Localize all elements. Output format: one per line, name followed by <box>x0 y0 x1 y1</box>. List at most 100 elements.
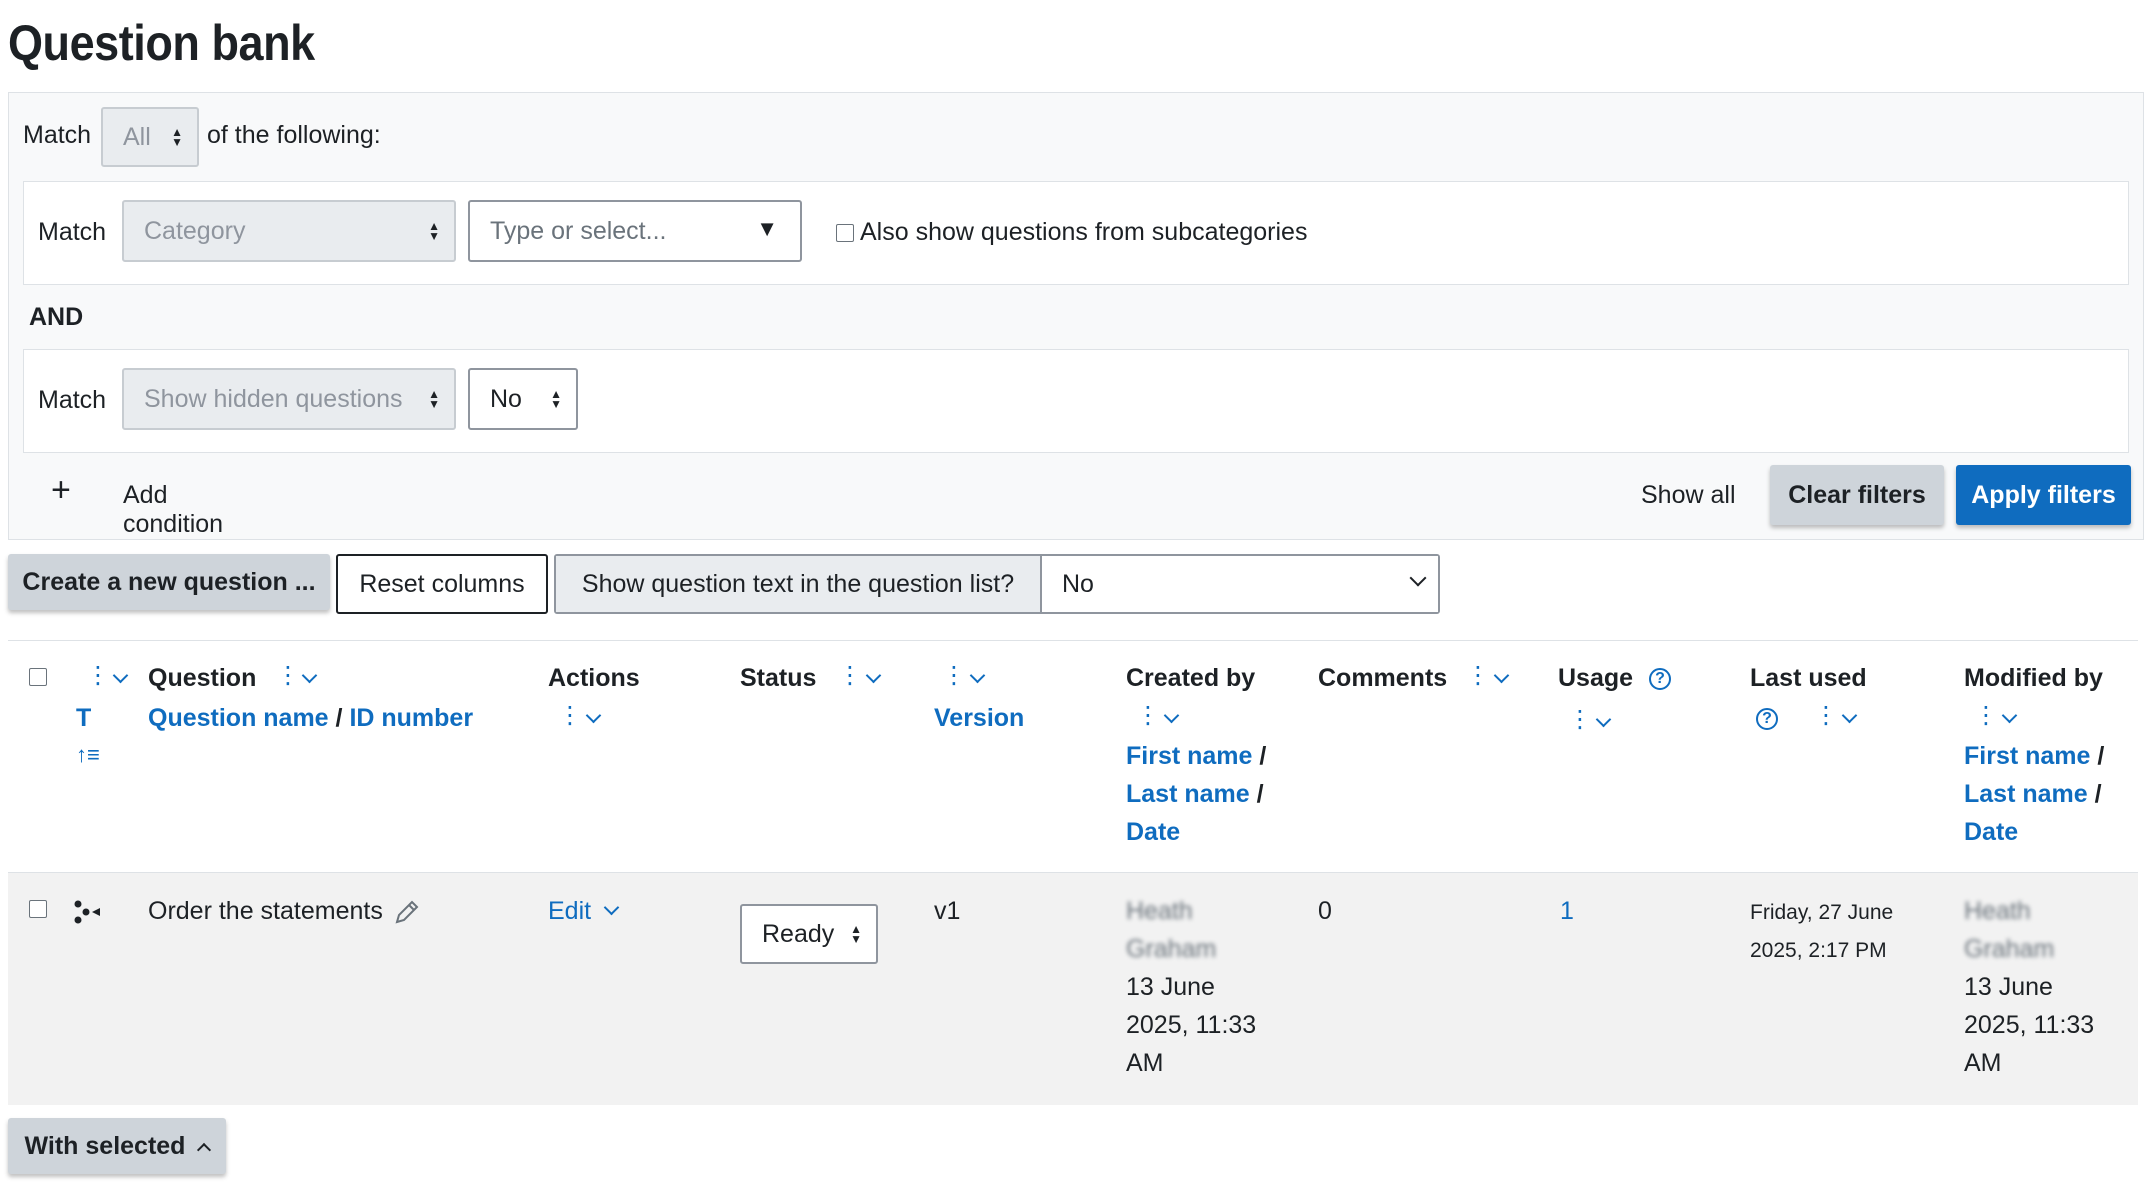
chevron-down-icon[interactable] <box>969 667 986 684</box>
show-question-text-select[interactable]: No <box>1042 556 1438 612</box>
help-icon[interactable]: ? <box>1756 708 1778 730</box>
condition-type-select[interactable]: Category ▲ ▼ <box>122 200 456 262</box>
chevron-up-icon <box>197 1142 212 1158</box>
created-last-name-link[interactable]: Last name <box>1126 780 1250 808</box>
match-all-select[interactable]: All ▲ ▼ <box>101 107 199 167</box>
add-condition-button[interactable]: + Add condition <box>51 471 251 538</box>
hidden-value-select[interactable]: No ▲ ▼ <box>468 368 578 430</box>
modified-date: 13 June 2025, 11:33 AM <box>1964 973 2095 1077</box>
version-value: v1 <box>934 897 961 925</box>
show-question-text-label: Show question text in the question list? <box>556 556 1042 612</box>
select-all-checkbox[interactable] <box>29 668 47 686</box>
chevron-down-icon[interactable] <box>301 667 318 684</box>
usage-count-link[interactable]: 1 <box>1560 892 1574 930</box>
updown-icon: ▲ ▼ <box>428 219 440 243</box>
chevron-down-icon[interactable] <box>112 667 129 684</box>
column-menu-icon[interactable]: ⋮ <box>86 664 110 688</box>
last-used-header: Last used <box>1750 664 1867 692</box>
create-question-button[interactable]: Create a new question ... <box>8 554 330 610</box>
column-menu-icon[interactable]: ⋮ <box>276 664 300 688</box>
id-number-link[interactable]: ID number <box>349 704 473 732</box>
version-header-link[interactable]: Version <box>934 704 1024 733</box>
question-header: Question <box>148 664 257 692</box>
condition-hidden: Match Show hidden questions ▲ ▼ No ▲ ▼ <box>23 349 2129 453</box>
status-header: Status <box>740 664 817 692</box>
sort-by-type-link[interactable]: T <box>76 704 91 733</box>
updown-icon: ▲ ▼ <box>428 387 440 411</box>
plus-icon: + <box>51 471 71 509</box>
column-menu-icon[interactable]: ⋮ <box>1568 708 1592 732</box>
subcategories-label: Also show questions from subcategories <box>860 218 1308 246</box>
modified-by-last-name: Graham <box>1964 935 2055 963</box>
modified-last-name-link[interactable]: Last name <box>1964 780 2088 808</box>
chevron-down-icon[interactable] <box>585 707 602 724</box>
created-by-first-name: Heath <box>1126 897 1193 925</box>
created-last-name-row: Last name / <box>1126 780 1264 808</box>
status-select[interactable]: Ready ▲ ▼ <box>740 904 878 964</box>
subcategories-checkbox[interactable] <box>836 224 854 242</box>
show-all-link[interactable]: Show all <box>1641 481 1736 510</box>
created-by-header: Created by <box>1126 664 1256 692</box>
column-menu-icon[interactable]: ⋮ <box>838 664 862 688</box>
show-question-text-group: Show question text in the question list?… <box>554 554 1440 614</box>
condition-match-label: Match <box>38 386 107 414</box>
match-label: Match <box>23 121 92 149</box>
reset-columns-button[interactable]: Reset columns <box>336 554 548 614</box>
column-menu-icon[interactable]: ⋮ <box>1814 704 1838 728</box>
apply-filters-button[interactable]: Apply filters <box>1956 465 2131 525</box>
created-date-link[interactable]: Date <box>1126 818 1180 847</box>
updown-icon: ▲ ▼ <box>550 387 562 411</box>
condition-type-select[interactable]: Show hidden questions ▲ ▼ <box>122 368 456 430</box>
dropdown-triangle-icon: ▼ <box>756 216 778 241</box>
edit-menu-link[interactable]: Edit <box>548 892 591 930</box>
category-autocomplete[interactable]: Type or select... ▼ <box>468 200 802 262</box>
row-select-checkbox[interactable] <box>29 900 47 918</box>
column-menu-icon[interactable]: ⋮ <box>1466 664 1490 688</box>
clear-filters-button[interactable]: Clear filters <box>1770 465 1944 525</box>
created-date: 13 June 2025, 11:33 AM <box>1126 973 1257 1077</box>
with-selected-button[interactable]: With selected <box>8 1118 226 1174</box>
actions-header: Actions <box>548 664 640 692</box>
modified-date-link[interactable]: Date <box>1964 818 2018 847</box>
of-following-label: of the following: <box>207 121 381 149</box>
chevron-down-icon[interactable] <box>1841 707 1858 724</box>
condition-type-value: Show hidden questions <box>144 384 403 413</box>
match-all-value: All <box>123 122 151 151</box>
column-menu-icon[interactable]: ⋮ <box>558 704 582 728</box>
show-question-text-value: No <box>1062 569 1094 598</box>
column-menu-icon[interactable]: ⋮ <box>1136 704 1160 728</box>
modified-first-name-link[interactable]: First name <box>1964 742 2090 770</box>
chevron-down-icon[interactable] <box>865 667 882 684</box>
condition-match-label: Match <box>38 218 107 246</box>
chevron-down-icon[interactable] <box>1163 707 1180 724</box>
chevron-down-icon[interactable] <box>2001 707 2018 724</box>
add-condition-label: Add condition <box>123 481 224 538</box>
question-name-link[interactable]: Question name <box>148 704 329 732</box>
modified-by-first-name: Heath <box>1964 897 2031 925</box>
last-used-date: Friday, 27 June 2025, 2:17 PM <box>1750 901 1894 962</box>
ordering-question-type-icon <box>74 900 100 924</box>
condition-type-value: Category <box>144 216 246 245</box>
updown-icon: ▲ ▼ <box>171 125 183 149</box>
help-icon[interactable]: ? <box>1649 668 1671 690</box>
category-placeholder: Type or select... <box>490 216 667 245</box>
page-title: Question bank <box>8 15 315 71</box>
created-first-name-link[interactable]: First name <box>1126 742 1252 770</box>
with-selected-label: With selected <box>24 1131 186 1160</box>
condition-category: Match Category ▲ ▼ Type or select... ▼ Al… <box>23 181 2129 285</box>
chevron-down-icon[interactable] <box>1493 667 1510 684</box>
column-menu-icon[interactable]: ⋮ <box>1974 704 1998 728</box>
created-by-last-name: Graham <box>1126 935 1217 963</box>
column-menu-icon[interactable]: ⋮ <box>942 664 966 688</box>
table-top-border <box>8 640 2138 641</box>
updown-icon: ▲ ▼ <box>850 922 862 946</box>
comments-count: 0 <box>1318 897 1332 925</box>
sort-ascending-icon: ↑≡ <box>76 742 100 767</box>
and-label: AND <box>29 303 84 331</box>
question-name-sort: Question name / ID number <box>148 704 474 732</box>
chevron-down-icon[interactable] <box>1595 711 1612 728</box>
usage-header: Usage <box>1558 664 1634 692</box>
hidden-value: No <box>490 384 522 413</box>
pencil-icon[interactable] <box>393 898 421 926</box>
status-value: Ready <box>762 919 835 948</box>
